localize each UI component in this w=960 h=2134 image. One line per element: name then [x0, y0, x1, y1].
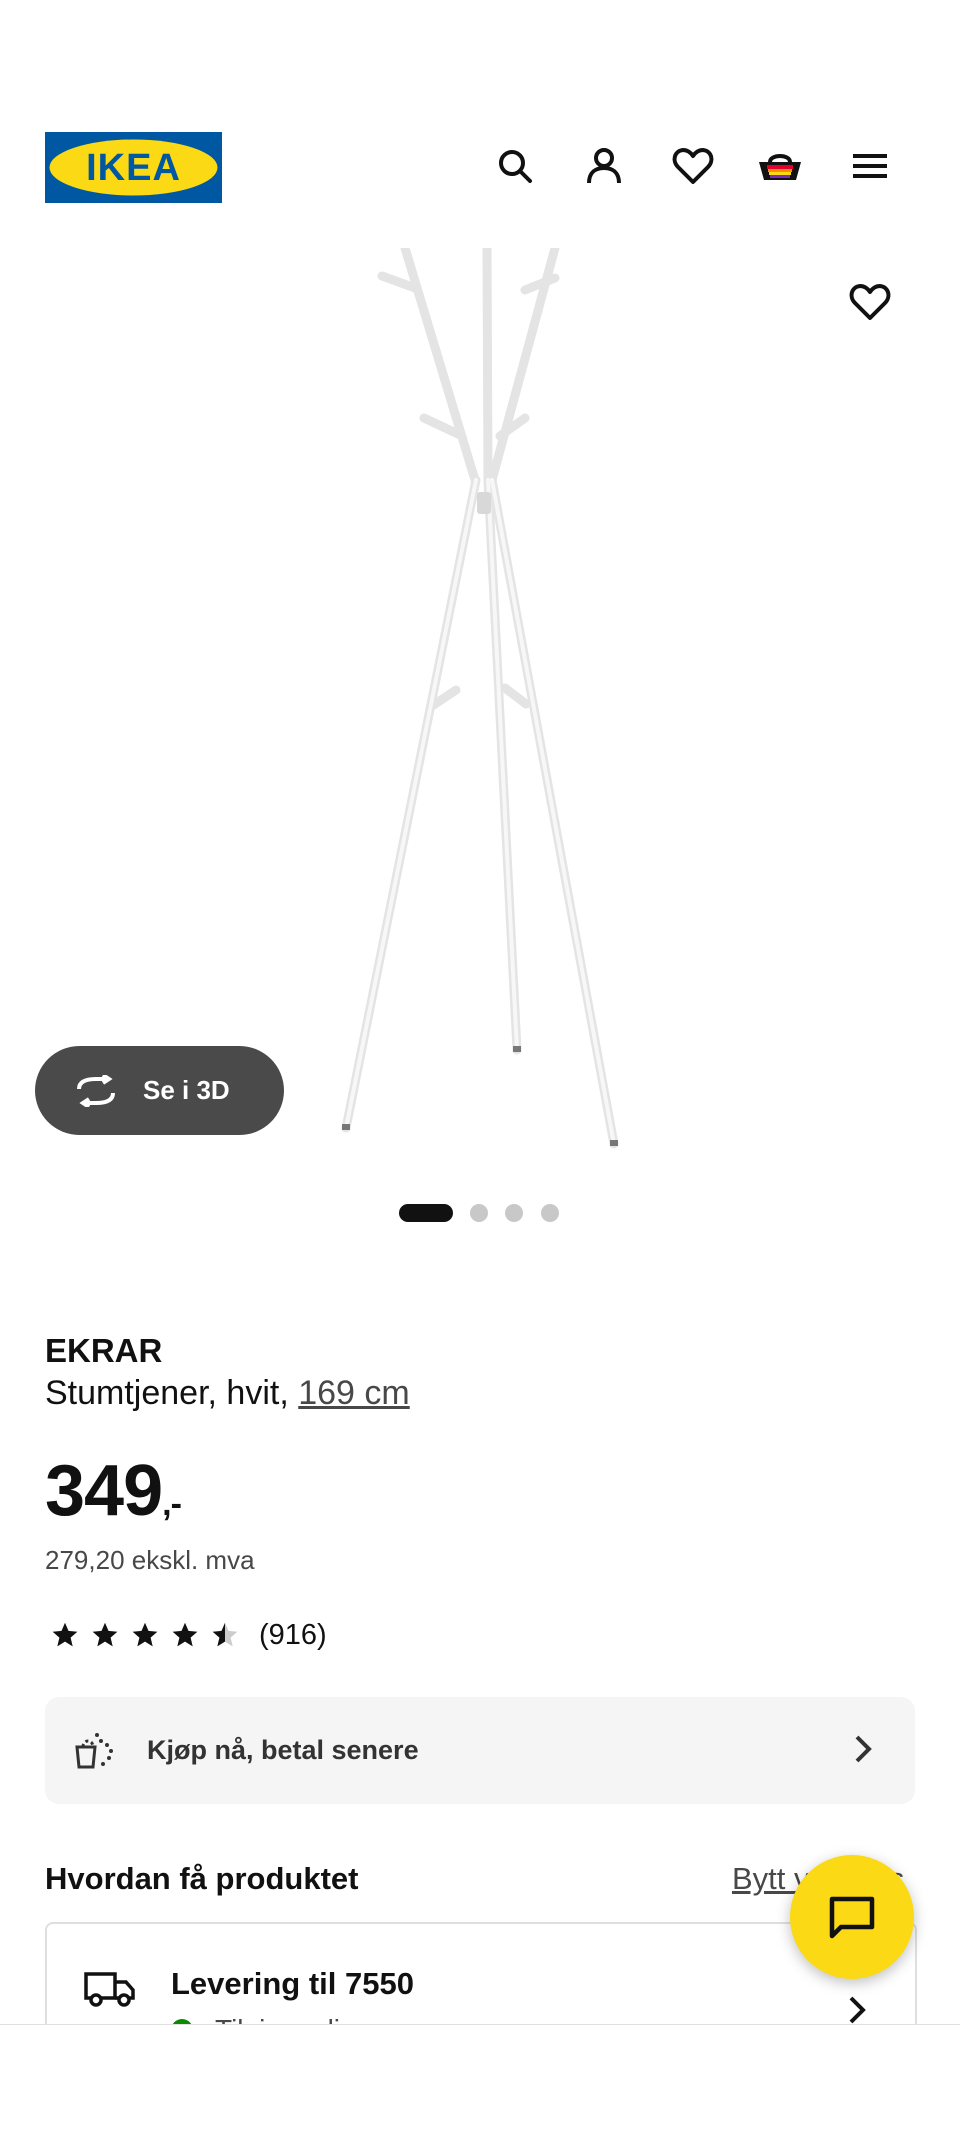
wishlist-heart-icon[interactable] — [667, 140, 719, 192]
delivery-truck-icon — [83, 1966, 137, 2015]
view-in-3d-button[interactable]: Se i 3D — [35, 1046, 284, 1135]
product-rating[interactable]: (916) — [45, 1615, 327, 1655]
buy-now-pay-later-banner[interactable]: Kjøp nå, betal senere — [45, 1697, 915, 1804]
view-in-3d-label: Se i 3D — [143, 1075, 230, 1105]
product-price: 349,- — [45, 1450, 182, 1532]
bnpl-label: Kjøp nå, betal senere — [147, 1735, 419, 1765]
menu-icon[interactable] — [844, 140, 896, 192]
price-excl-vat: 279,20 ekskl. mva — [45, 1545, 255, 1575]
svg-text:IKEA: IKEA — [86, 147, 181, 189]
product-type-text: Stumtjener, hvit, — [45, 1374, 299, 1412]
gallery-dot-3[interactable] — [505, 1204, 523, 1222]
product-name: EKRAR — [45, 1332, 163, 1369]
star-icon — [125, 1615, 165, 1655]
star-icon — [165, 1615, 205, 1655]
chevron-right-icon — [853, 1733, 873, 1770]
search-icon[interactable] — [489, 140, 541, 192]
site-header: IKEA — [0, 0, 960, 240]
gallery-pagination — [0, 1204, 960, 1224]
pay-later-icon — [73, 1731, 117, 1771]
add-to-wishlist-button[interactable] — [840, 272, 900, 332]
rating-count: (916) — [259, 1618, 327, 1651]
gallery-dot-4[interactable] — [541, 1204, 559, 1222]
chat-icon — [829, 1896, 875, 1939]
basket-icon[interactable] — [754, 140, 806, 192]
ikea-logo[interactable]: IKEA — [45, 132, 222, 203]
bottom-browser-bar — [0, 2024, 960, 2134]
how-to-get-heading: Hvordan få produktet — [45, 1861, 359, 1896]
heart-icon — [849, 284, 891, 320]
rotate-3d-icon — [73, 1074, 119, 1107]
half-star-icon — [205, 1615, 245, 1655]
delivery-title: Levering til 7550 — [171, 1966, 414, 2001]
product-size-link[interactable]: 169 cm — [298, 1374, 410, 1412]
product-image[interactable] — [0, 243, 960, 1168]
gallery-dot-2[interactable] — [470, 1204, 488, 1222]
chat-button[interactable] — [790, 1855, 914, 1979]
gallery-dot-1[interactable] — [399, 1204, 453, 1222]
price-main: 349 — [45, 1451, 163, 1531]
coat-stand-illustration — [341, 243, 619, 1149]
star-icon — [85, 1615, 125, 1655]
account-icon[interactable] — [578, 140, 630, 192]
star-icon — [45, 1615, 85, 1655]
price-suffix: ,- — [162, 1485, 182, 1523]
product-description: Stumtjener, hvit, 169 cm — [45, 1374, 410, 1413]
